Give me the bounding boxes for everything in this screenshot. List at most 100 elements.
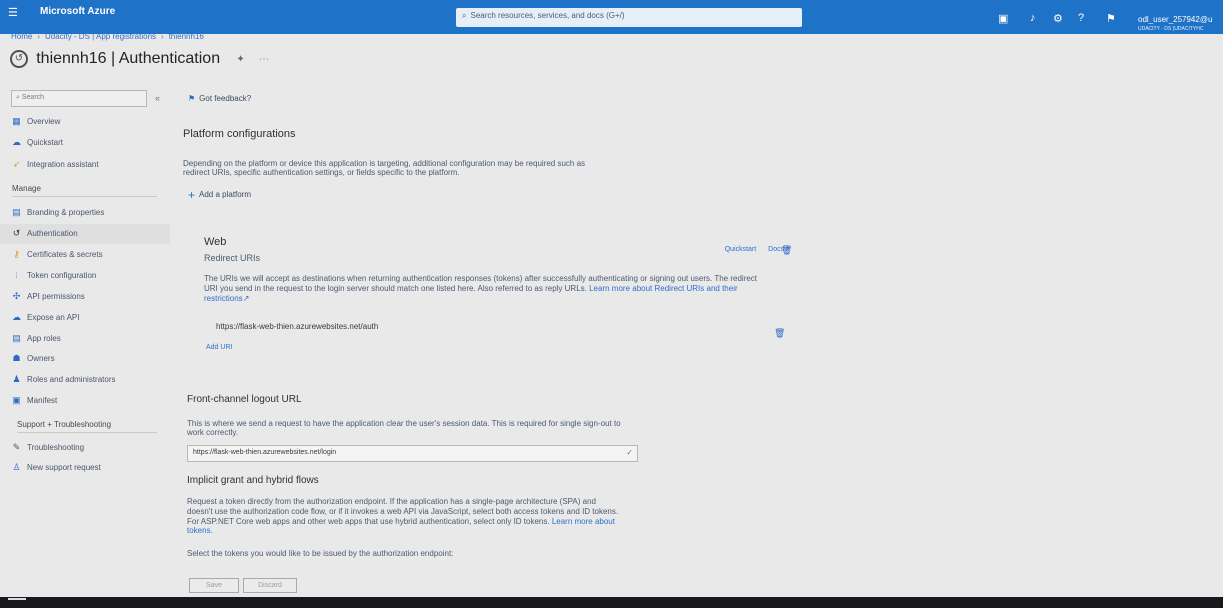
nav-api-permissions[interactable]: ✣ API permissions (10, 291, 170, 307)
nav-troubleshooting[interactable]: ✎ Troubleshooting (10, 442, 170, 458)
notifications-icon[interactable]: ♪ (1030, 12, 1036, 24)
nav-certificates[interactable]: ⚷ Certificates & secrets (10, 249, 170, 265)
restrictions-link[interactable]: restrictions↗ (204, 294, 249, 304)
logout-description-line-2: work correctly. (187, 428, 238, 437)
nav-label: Expose an API (27, 313, 80, 322)
account-name[interactable]: odl_user_257942@u (1138, 15, 1212, 24)
redirect-description-line-1: The URIs we will accept as destinations … (204, 274, 758, 283)
page-title: thiennh16 | Authentication (36, 50, 221, 67)
key-icon: ⚷ (13, 249, 20, 259)
implicit-description-text: For ASP.NET Core web apps and other web … (187, 517, 550, 526)
save-button[interactable]: Save (189, 578, 239, 593)
implicit-grant-heading: Implicit grant and hybrid flows (187, 475, 319, 486)
nav-integration-assistant[interactable]: ➶ Integration assistant (10, 159, 170, 175)
nav-new-support-request[interactable]: ♙ New support request (10, 462, 170, 478)
nav-label: Roles and administrators (27, 375, 116, 384)
nav-authentication[interactable]: ↺ Authentication (0, 224, 170, 244)
nav-label: Troubleshooting (27, 443, 85, 452)
redirect-description-text: URI you send in the request to the login… (204, 284, 587, 293)
overview-icon: ▦ (12, 116, 21, 126)
settings-icon[interactable]: ⚙ (1053, 12, 1063, 25)
nav-label: Branding & properties (27, 208, 105, 217)
owners-icon: ☗ (12, 353, 21, 363)
feedback-icon: ⚑ (188, 94, 196, 103)
redirect-description-line-2: URI you send in the request to the login… (204, 284, 738, 294)
cloud-shell-icon[interactable]: ▣ (998, 12, 1008, 25)
help-icon[interactable]: ? (1078, 12, 1084, 24)
implicit-description-line-3: For ASP.NET Core web apps and other web … (187, 517, 615, 527)
more-icon[interactable]: ⋯ (259, 54, 269, 65)
nav-token-configuration[interactable]: ⦙ Token configuration (10, 270, 170, 286)
nav-quickstart[interactable]: ☁ Quickstart (10, 137, 170, 153)
menu-search-placeholder: Search (21, 94, 45, 101)
logout-url-heading: Front-channel logout URL (187, 394, 302, 405)
logout-url-input[interactable]: https://flask-web-thien.azurewebsites.ne… (187, 445, 638, 462)
nav-label: Authentication (27, 229, 78, 238)
implicit-description-line-1: Request a token directly from the author… (187, 497, 596, 506)
manage-section-label: Manage (12, 184, 157, 197)
nav-label: Quickstart (27, 138, 64, 147)
resource-menu: ⌕ Search « ▦ Overview ☁ Quickstart ➶ Integr… (0, 86, 170, 586)
breadcrumb-home[interactable]: Home (11, 32, 32, 41)
azure-brand[interactable]: Microsoft Azure (40, 6, 115, 17)
menu-search-input[interactable]: ⌕ Search (11, 90, 147, 107)
permissions-icon: ✣ (12, 291, 21, 301)
nav-label: Manifest (27, 396, 58, 405)
authentication-icon: ↺ (10, 50, 28, 68)
rocket-icon: ➶ (12, 159, 21, 169)
screen-bottom-bezel (0, 597, 1223, 608)
nav-label: New support request (27, 463, 101, 472)
branding-icon: ▤ (12, 207, 21, 217)
nav-label: Overview (27, 117, 61, 126)
global-search-input[interactable]: ⌕ Search resources, services, and docs (G… (456, 8, 802, 27)
nav-label: Certificates & secrets (27, 250, 103, 259)
logout-description-line-1: This is where we send a request to have … (187, 419, 621, 428)
redirect-learn-more-link[interactable]: Learn more about Redirect URIs and their (589, 284, 738, 293)
support-section-label: Support + Troubleshooting (17, 420, 157, 433)
nav-roles-administrators[interactable]: ♟ Roles and administrators (10, 374, 170, 390)
nav-expose-api[interactable]: ☁ Expose an API (10, 312, 170, 328)
delete-platform-icon[interactable]: 🗑 (781, 245, 792, 256)
select-tokens-label: Select the tokens you would like to be i… (187, 549, 454, 558)
pin-icon[interactable]: ✦ (236, 54, 244, 65)
cloud-icon: ☁ (12, 312, 21, 322)
quickstart-icon: ☁ (12, 137, 21, 147)
collapse-menu-icon[interactable]: « (155, 93, 160, 103)
tenant-name: UDACITY - DS (UDACITYHC (1138, 26, 1204, 32)
nav-overview[interactable]: ▦ Overview (10, 116, 170, 132)
nav-app-roles[interactable]: ▤ App roles (10, 333, 170, 349)
nav-label: Integration assistant (27, 160, 99, 169)
implicit-learn-more-link[interactable]: Learn more about (552, 517, 615, 526)
web-platform-heading: Web (204, 236, 227, 248)
plus-icon: + (188, 188, 196, 202)
nav-branding[interactable]: ▤ Branding & properties (10, 207, 170, 223)
nav-manifest[interactable]: ▣ Manifest (10, 395, 170, 411)
top-bar: ☰ Microsoft Azure ⌕ Search resources, ser… (0, 0, 1223, 34)
scroll-indicator-icon (8, 598, 26, 600)
nav-label: App roles (27, 334, 61, 343)
authentication-icon: ↺ (12, 228, 21, 238)
support-person-icon: ♙ (12, 462, 21, 472)
restrictions-label: restrictions (204, 294, 243, 303)
feedback-icon[interactable]: ⚑ (1106, 12, 1116, 25)
platform-configurations-heading: Platform configurations (183, 128, 296, 140)
delete-uri-icon[interactable]: 🗑 (774, 328, 785, 339)
add-uri-link[interactable]: Add URI (206, 344, 232, 351)
add-platform-label: Add a platform (199, 190, 252, 200)
check-icon: ✓ (626, 448, 633, 457)
feedback-label: Got feedback? (199, 94, 252, 103)
page-header: ↺ thiennh16 | Authentication ✦ ⋯ (10, 50, 269, 70)
nav-owners[interactable]: ☗ Owners (10, 353, 170, 369)
feedback-link[interactable]: ⚑ Got feedback? (188, 94, 251, 103)
hamburger-icon[interactable]: ☰ (8, 6, 18, 19)
breadcrumb-app-registrations[interactable]: Udacity - DS | App registrations (45, 32, 156, 41)
discard-button[interactable]: Discard (243, 578, 297, 593)
add-platform-button[interactable]: + Add a platform (188, 188, 251, 202)
manifest-icon: ▣ (12, 395, 21, 405)
tokens-link[interactable]: tokens. (187, 526, 213, 536)
breadcrumb-separator: › (161, 32, 164, 41)
quickstart-link[interactable]: Quickstart (725, 246, 757, 253)
nav-label: API permissions (27, 292, 85, 301)
breadcrumb-app[interactable]: thiennh16 (169, 32, 204, 41)
redirect-uri-value[interactable]: https://flask-web-thien.azurewebsites.ne… (216, 322, 378, 331)
